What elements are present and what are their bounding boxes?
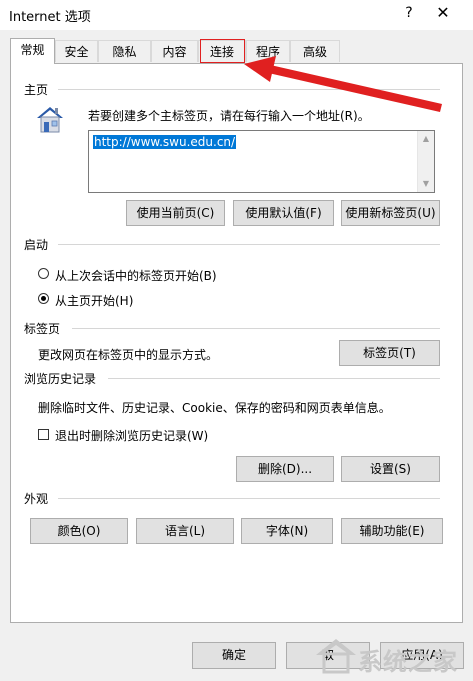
delete-on-exit-label[interactable]: 退出时删除浏览历史记录(W) — [55, 427, 208, 444]
red-arrow-annotation — [244, 56, 442, 112]
watermark-logo: 系统之家 — [312, 632, 470, 680]
languages-button[interactable]: 语言(L) — [136, 518, 234, 544]
tab-content[interactable]: 内容 — [151, 40, 198, 62]
delete-on-exit-checkbox[interactable] — [38, 429, 49, 440]
use-current-button[interactable]: 使用当前页(C) — [126, 200, 225, 226]
homepage-section-title: 主页 — [24, 81, 55, 98]
ok-button[interactable]: 确定 — [192, 642, 276, 669]
history-description: 删除临时文件、历史记录、Cookie、保存的密码和网页表单信息。 — [38, 401, 391, 415]
accessibility-button[interactable]: 辅助功能(E) — [341, 518, 443, 544]
fonts-button[interactable]: 字体(N) — [241, 518, 333, 544]
divider — [108, 378, 440, 379]
divider — [58, 498, 440, 499]
use-default-button[interactable]: 使用默认值(F) — [233, 200, 334, 226]
highlight-box — [200, 39, 245, 63]
tab-general[interactable]: 常规 — [10, 38, 55, 64]
appearance-section-title: 外观 — [24, 490, 55, 507]
help-button[interactable]: ? — [400, 2, 418, 24]
colors-button[interactable]: 颜色(O) — [30, 518, 128, 544]
close-button[interactable]: ✕ — [431, 2, 455, 24]
homepage-url-input[interactable]: http://www.swu.edu.cn/ ▲ ▼ — [88, 130, 435, 193]
startup-section-title: 启动 — [24, 236, 55, 253]
use-new-tab-button[interactable]: 使用新标签页(U) — [341, 200, 440, 226]
tab-security[interactable]: 安全 — [55, 40, 98, 62]
history-section-title: 浏览历史记录 — [24, 370, 103, 387]
startup-homepage-radio[interactable] — [38, 293, 49, 304]
scroll-up-icon[interactable]: ▲ — [418, 132, 434, 146]
tabs-description: 更改网页在标签页中的显示方式。 — [38, 348, 219, 362]
startup-homepage-label[interactable]: 从主页开始(H) — [55, 292, 133, 309]
url-scrollbar[interactable]: ▲ ▼ — [417, 131, 434, 192]
tab-privacy[interactable]: 隐私 — [98, 40, 151, 62]
divider — [58, 244, 440, 245]
tabs-section-title: 标签页 — [24, 320, 67, 337]
house-icon — [34, 103, 66, 135]
history-settings-button[interactable]: 设置(S) — [341, 456, 440, 482]
tabs-settings-button[interactable]: 标签页(T) — [339, 340, 440, 366]
startup-last-session-label[interactable]: 从上次会话中的标签页开始(B) — [55, 267, 217, 284]
watermark-icon — [316, 639, 356, 674]
startup-last-session-radio[interactable] — [38, 268, 49, 279]
divider — [72, 328, 440, 329]
window-title: Internet 选项 — [9, 10, 91, 25]
delete-history-button[interactable]: 删除(D)... — [236, 456, 334, 482]
watermark-text: 系统之家 — [358, 648, 458, 676]
scroll-down-icon[interactable]: ▼ — [418, 177, 434, 191]
homepage-url-text: http://www.swu.edu.cn/ — [93, 135, 237, 149]
